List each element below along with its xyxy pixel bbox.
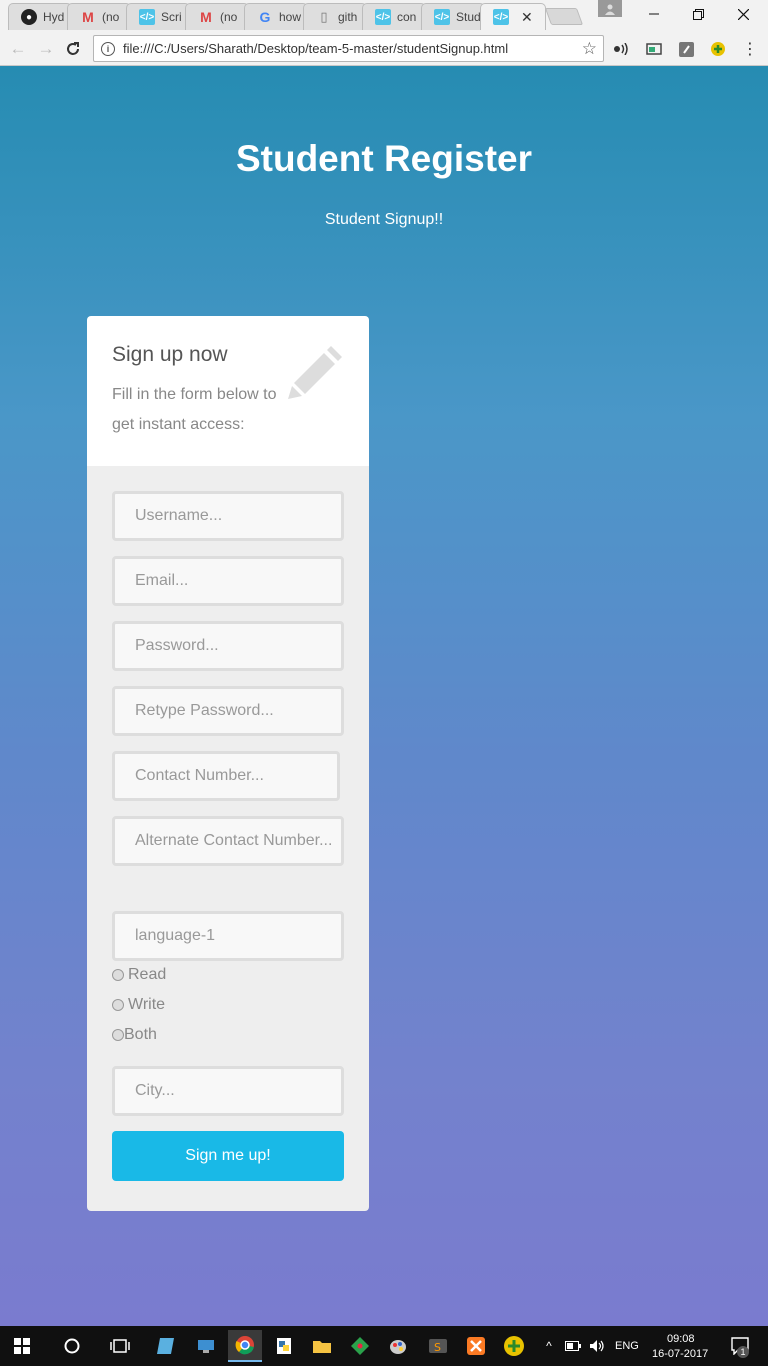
address-bar[interactable]: i file:///C:/Users/Sharath/Desktop/team-… bbox=[93, 35, 604, 62]
browser-tab-strip: ● Hyd M (no </> Scri M (no G how ▯ gith … bbox=[0, 0, 768, 32]
email-input[interactable] bbox=[112, 556, 344, 606]
app-icon: </> bbox=[493, 9, 509, 25]
bookmark-star-icon[interactable]: ☆ bbox=[582, 39, 597, 59]
github-icon: ● bbox=[21, 9, 37, 25]
radio-write-label: Write bbox=[128, 996, 166, 1013]
app-icon: </> bbox=[139, 9, 155, 25]
browser-toolbar: ← → i file:///C:/Users/Sharath/Desktop/t… bbox=[0, 32, 768, 66]
language-indicator[interactable]: ENG bbox=[615, 1340, 639, 1352]
city-input[interactable] bbox=[112, 1066, 344, 1116]
alternate-contact-input[interactable] bbox=[112, 816, 344, 866]
browser-tab-5[interactable]: G how bbox=[244, 3, 308, 30]
radio-read-option[interactable]: Read bbox=[112, 964, 166, 986]
close-tab-icon[interactable]: ✕ bbox=[521, 9, 533, 26]
svg-text:S: S bbox=[434, 1341, 441, 1354]
retype-password-input[interactable] bbox=[112, 686, 344, 736]
info-icon[interactable]: i bbox=[101, 41, 115, 56]
paint-app-icon[interactable] bbox=[382, 1330, 414, 1362]
radio-write[interactable] bbox=[112, 999, 124, 1011]
browser-tab-4[interactable]: M (no bbox=[185, 3, 249, 30]
python-app-icon[interactable] bbox=[268, 1330, 300, 1362]
clock-time[interactable]: 09:08 bbox=[667, 1333, 695, 1345]
page-title: Student Register bbox=[235, 138, 533, 179]
back-arrow-icon[interactable]: ← bbox=[7, 38, 29, 60]
radio-both[interactable] bbox=[112, 1029, 124, 1041]
card-heading: Sign up now bbox=[112, 343, 228, 366]
browser-tab-6[interactable]: ▯ gith bbox=[303, 3, 367, 30]
volume-icon[interactable] bbox=[586, 1330, 608, 1362]
card-description: Fill in the form below to get instant ac… bbox=[112, 386, 277, 433]
cortana-search-icon[interactable] bbox=[56, 1330, 88, 1362]
close-window-icon[interactable] bbox=[727, 4, 759, 24]
chevron-up-icon[interactable]: ^ bbox=[540, 1330, 558, 1362]
signup-form: Read Write Both Sign me up! bbox=[87, 466, 369, 1211]
browser-tab-7[interactable]: </> con bbox=[362, 3, 426, 30]
language-input[interactable] bbox=[112, 911, 344, 961]
network-app-icon[interactable] bbox=[190, 1330, 222, 1362]
gmail-icon: M bbox=[82, 9, 94, 25]
menu-dots-icon[interactable]: ⋮ bbox=[741, 40, 759, 58]
forward-arrow-icon[interactable]: → bbox=[35, 38, 57, 60]
windows-taskbar: S ^ ENG 09:08 16-07-2017 1 bbox=[0, 1326, 768, 1366]
radio-write-option[interactable]: Write bbox=[112, 994, 165, 1016]
sublime-text-icon[interactable]: S bbox=[422, 1330, 454, 1362]
signup-card-header: Sign up now Fill in the form below to ge… bbox=[87, 316, 369, 466]
page-background: Student Register Student Signup!! Sign u… bbox=[0, 66, 768, 1326]
radio-both-label: Both bbox=[124, 1026, 157, 1043]
app-icon: </> bbox=[434, 9, 450, 25]
git-app-icon[interactable] bbox=[344, 1330, 376, 1362]
radio-read-label: Read bbox=[128, 966, 167, 983]
clock-date[interactable]: 16-07-2017 bbox=[652, 1348, 708, 1360]
username-input[interactable] bbox=[112, 491, 344, 541]
chrome-taskbar-icon[interactable] bbox=[228, 1330, 262, 1362]
notebook-app-icon[interactable] bbox=[150, 1330, 182, 1362]
password-input[interactable] bbox=[112, 621, 344, 671]
notification-count-badge: 1 bbox=[737, 1346, 749, 1358]
sign-up-button[interactable]: Sign me up! bbox=[112, 1131, 344, 1181]
cast-icon[interactable] bbox=[645, 40, 663, 58]
plus-extension-icon[interactable] bbox=[709, 40, 727, 58]
windows-start-icon[interactable] bbox=[6, 1330, 38, 1362]
browser-tab-1[interactable]: ● Hyd bbox=[8, 3, 72, 30]
extension-icon[interactable] bbox=[677, 40, 695, 58]
browser-tab-3[interactable]: </> Scri bbox=[126, 3, 190, 30]
task-view-icon[interactable] bbox=[104, 1330, 136, 1362]
browser-tab-2[interactable]: M (no bbox=[67, 3, 131, 30]
browser-tab-active[interactable]: </> ✕ bbox=[480, 3, 546, 30]
profile-icon[interactable] bbox=[598, 0, 622, 17]
plus-app-icon[interactable] bbox=[498, 1330, 530, 1362]
radio-both-option[interactable]: Both bbox=[112, 1024, 157, 1046]
minimize-icon[interactable] bbox=[638, 4, 670, 24]
battery-icon[interactable] bbox=[562, 1330, 584, 1362]
address-url: file:///C:/Users/Sharath/Desktop/team-5-… bbox=[123, 41, 509, 56]
xampp-icon[interactable] bbox=[460, 1330, 492, 1362]
google-icon: G bbox=[259, 9, 271, 25]
app-icon: </> bbox=[375, 9, 391, 25]
radio-read[interactable] bbox=[112, 969, 124, 981]
gmail-icon: M bbox=[200, 9, 212, 25]
contact-number-input[interactable] bbox=[112, 751, 340, 801]
page-subtitle: Student Signup!! bbox=[324, 211, 444, 228]
reload-icon[interactable] bbox=[62, 38, 84, 60]
pencil-icon bbox=[287, 342, 345, 405]
restore-icon[interactable] bbox=[682, 4, 714, 24]
file-explorer-icon[interactable] bbox=[306, 1330, 338, 1362]
new-tab-button[interactable] bbox=[544, 8, 584, 25]
cast-audio-extension-icon[interactable] bbox=[612, 40, 630, 58]
document-icon: ▯ bbox=[320, 9, 328, 24]
browser-tab-8[interactable]: </> Stud bbox=[421, 3, 485, 30]
